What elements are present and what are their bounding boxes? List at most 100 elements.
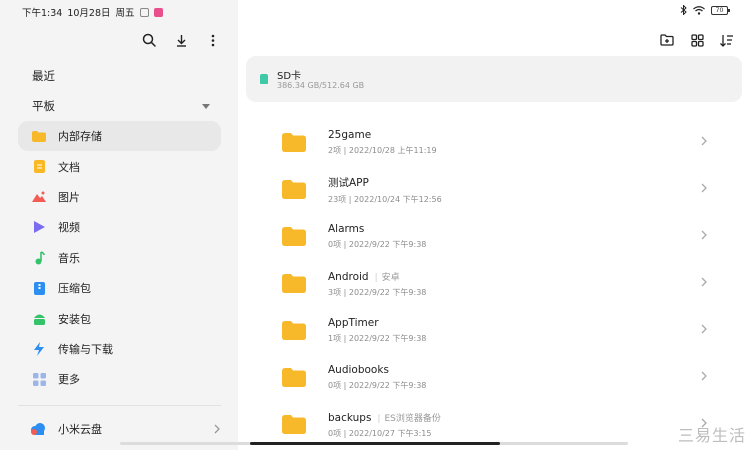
sort-button[interactable] bbox=[718, 31, 736, 49]
file-meta: 1项 | 2022/9/22 下午9:38 bbox=[328, 334, 427, 343]
sidebar: 下午1:34 10月28日 周五 最近 平板 内部存储 文档 图片 视频 音乐 … bbox=[0, 0, 238, 450]
file-meta: 0项 | 2022/10/27 下午3:15 bbox=[328, 428, 432, 438]
sidebar-item-label: 内部存储 bbox=[58, 130, 102, 144]
sidebar-item-label: 压缩包 bbox=[58, 282, 91, 296]
chevron-right-icon bbox=[701, 183, 707, 193]
file-name: AppTimer bbox=[328, 317, 379, 329]
new-folder-button[interactable] bbox=[658, 31, 676, 49]
file-row-backups[interactable]: backupsES浏览器备份 0项 | 2022/10/27 下午3:15 bbox=[270, 401, 715, 448]
sidebar-toolbar bbox=[140, 31, 222, 49]
caret-down-icon bbox=[202, 103, 210, 109]
more-options-button[interactable] bbox=[204, 31, 222, 49]
file-meta: 0项 | 2022/9/22 下午9:38 bbox=[328, 240, 427, 249]
video-icon bbox=[32, 220, 46, 234]
status-bar-left: 下午1:34 10月28日 周五 bbox=[22, 5, 163, 19]
new-folder-icon bbox=[660, 34, 674, 46]
wifi-icon bbox=[693, 5, 705, 15]
search-button[interactable] bbox=[140, 31, 158, 49]
chevron-right-icon bbox=[701, 277, 707, 287]
file-row-test-app[interactable]: 测试APP 23项 | 2022/10/24 下午12:56 bbox=[270, 166, 715, 213]
download-button[interactable] bbox=[172, 31, 190, 49]
status-date: 10月28日 bbox=[67, 8, 111, 19]
file-list: 25game 2项 | 2022/10/28 上午11:19 测试APP 23项… bbox=[270, 119, 715, 448]
sidebar-item-images[interactable]: 图片 bbox=[18, 182, 221, 212]
folder-icon bbox=[282, 274, 306, 293]
mi-cloud-label: 小米云盘 bbox=[58, 423, 102, 436]
file-name: Android安卓 bbox=[328, 270, 426, 283]
folder-icon bbox=[282, 368, 306, 387]
transfer-icon bbox=[32, 341, 46, 356]
sidebar-item-mi-cloud[interactable]: 小米云盘 bbox=[30, 421, 220, 437]
sidebar-item-label: 安装包 bbox=[58, 312, 91, 326]
sd-card-usage: 386.34 GB/512.64 GB bbox=[277, 81, 365, 90]
sidebar-nav-list: 内部存储 文档 图片 视频 音乐 压缩包 安装包 传输与下载 更多 bbox=[18, 121, 221, 395]
search-icon bbox=[142, 33, 156, 47]
tablet-label: 平板 bbox=[32, 99, 55, 113]
file-row-audiobooks[interactable]: Audiobooks 0项 | 2022/9/22 下午9:38 bbox=[270, 354, 715, 401]
more-vertical-icon bbox=[211, 34, 215, 46]
file-name: 25game bbox=[328, 129, 372, 141]
archive-icon bbox=[32, 281, 46, 295]
download-icon bbox=[176, 34, 186, 47]
document-icon bbox=[32, 160, 46, 174]
battery-icon: 70 bbox=[711, 5, 730, 15]
sd-card-entry[interactable]: SD卡 386.34 GB/512.64 GB bbox=[246, 56, 742, 102]
folder-icon bbox=[32, 129, 46, 143]
file-name: Alarms bbox=[328, 223, 365, 235]
folder-icon bbox=[282, 415, 306, 434]
bluetooth-icon bbox=[680, 5, 687, 15]
home-gesture-bar[interactable] bbox=[250, 442, 500, 445]
sd-card-title: SD卡 bbox=[277, 71, 302, 82]
status-weekday: 周五 bbox=[115, 8, 135, 19]
file-name: backupsES浏览器备份 bbox=[328, 411, 441, 424]
file-name: Audiobooks bbox=[328, 364, 389, 376]
sidebar-item-label: 传输与下载 bbox=[58, 342, 113, 356]
folder-icon bbox=[282, 133, 306, 152]
chevron-right-icon bbox=[214, 424, 220, 434]
file-row-android[interactable]: Android安卓 3项 | 2022/9/22 下午9:38 bbox=[270, 260, 715, 307]
file-row-alarms[interactable]: Alarms 0项 | 2022/9/22 下午9:38 bbox=[270, 213, 715, 260]
sidebar-item-label: 视频 bbox=[58, 221, 80, 235]
chevron-right-icon bbox=[701, 371, 707, 381]
nav-tablet-section[interactable]: 平板 bbox=[32, 98, 212, 114]
file-meta: 0项 | 2022/9/22 下午9:38 bbox=[328, 381, 427, 390]
file-row-apptimer[interactable]: AppTimer 1项 | 2022/9/22 下午9:38 bbox=[270, 307, 715, 354]
chevron-right-icon bbox=[701, 230, 707, 240]
sidebar-item-internal-storage[interactable]: 内部存储 bbox=[18, 121, 221, 152]
sidebar-item-music[interactable]: 音乐 bbox=[18, 243, 221, 273]
music-icon bbox=[32, 250, 46, 265]
sidebar-item-videos[interactable]: 视频 bbox=[18, 212, 221, 242]
chevron-right-icon bbox=[701, 136, 707, 146]
file-name: 测试APP bbox=[328, 176, 369, 189]
sort-icon bbox=[720, 34, 733, 47]
file-alias: ES浏览器备份 bbox=[377, 414, 440, 424]
watermark-logo: 三易生活 bbox=[677, 426, 746, 445]
sidebar-item-apks[interactable]: 安装包 bbox=[18, 303, 221, 333]
grid-view-button[interactable] bbox=[688, 31, 706, 49]
sidebar-item-archives[interactable]: 压缩包 bbox=[18, 273, 221, 303]
folder-icon bbox=[282, 321, 306, 340]
sidebar-item-transfers[interactable]: 传输与下载 bbox=[18, 334, 221, 364]
sidebar-item-more[interactable]: 更多 bbox=[18, 364, 221, 394]
more-grid-icon bbox=[32, 372, 46, 386]
file-row-25game[interactable]: 25game 2项 | 2022/10/28 上午11:19 bbox=[270, 119, 715, 166]
nav-recent[interactable]: 最近 bbox=[32, 68, 55, 84]
sidebar-item-label: 更多 bbox=[58, 373, 80, 387]
main-toolbar bbox=[658, 31, 736, 49]
android-icon bbox=[32, 312, 46, 326]
sidebar-item-documents[interactable]: 文档 bbox=[18, 151, 221, 181]
sidebar-divider bbox=[18, 405, 221, 406]
image-icon bbox=[32, 190, 46, 204]
folder-icon bbox=[282, 227, 306, 246]
status-time: 下午1:34 bbox=[22, 8, 63, 19]
status-bar-right: 70 bbox=[680, 5, 730, 15]
sidebar-item-label: 图片 bbox=[58, 190, 80, 204]
chevron-right-icon bbox=[701, 324, 707, 334]
sidebar-item-label: 音乐 bbox=[58, 251, 80, 265]
file-meta: 3项 | 2022/9/22 下午9:38 bbox=[328, 287, 427, 297]
battery-level: 70 bbox=[715, 6, 724, 14]
file-meta: 2项 | 2022/10/28 上午11:19 bbox=[328, 146, 437, 155]
sidebar-item-label: 文档 bbox=[58, 160, 80, 174]
sd-card-icon bbox=[260, 74, 268, 84]
file-alias: 安卓 bbox=[375, 273, 400, 283]
